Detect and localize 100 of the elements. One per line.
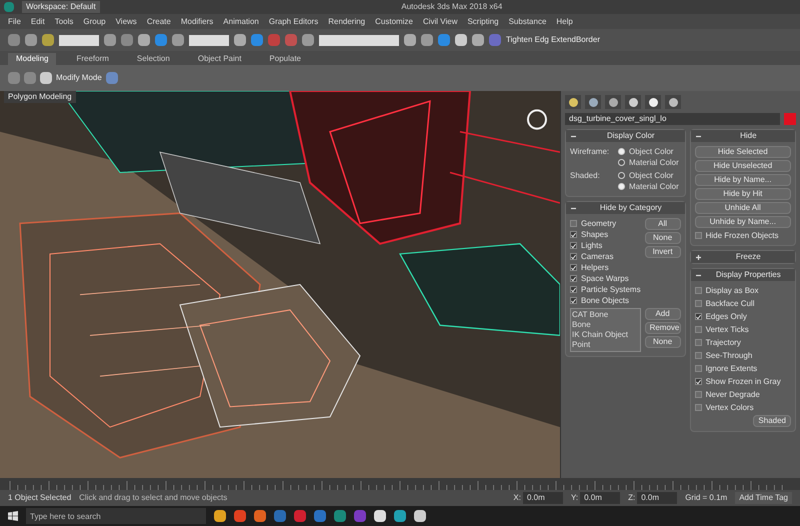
radio-button[interactable]	[618, 183, 625, 190]
checkbox[interactable]	[694, 339, 702, 346]
checkbox[interactable]	[570, 286, 577, 293]
toolbar-tool-icon[interactable]	[42, 34, 54, 46]
rollout-header[interactable]: Freeze	[690, 251, 795, 263]
radio-button[interactable]	[618, 148, 625, 155]
coordinate-field[interactable]: 0.0m	[580, 492, 620, 504]
ribbon-tab[interactable]: Object Paint	[190, 53, 250, 65]
ribbon-tab[interactable]: Selection	[128, 53, 178, 65]
taskbar-app-icon[interactable]	[214, 510, 226, 522]
menu-item[interactable]: Views	[116, 16, 137, 28]
object-color-swatch[interactable]	[784, 113, 796, 125]
menu-item[interactable]: Graph Editors	[268, 16, 318, 28]
checkbox[interactable]	[570, 231, 577, 238]
checkbox[interactable]	[694, 352, 702, 359]
toolbar-tool-icon[interactable]	[404, 34, 416, 46]
taskbar-app-icon[interactable]	[394, 510, 406, 522]
command-panel-tab[interactable]	[665, 95, 681, 109]
rollout-header[interactable]: Display Color	[566, 130, 685, 142]
coordinate-field[interactable]: 0.0m	[637, 492, 678, 504]
menu-item[interactable]: Tools	[54, 16, 74, 28]
toolbar-tool-icon[interactable]	[234, 34, 246, 46]
menu-item[interactable]: Rendering	[328, 16, 366, 28]
menu-item[interactable]: Group	[83, 16, 106, 28]
windows-start-icon[interactable]	[8, 511, 18, 521]
taskbar-app-icon[interactable]	[374, 510, 386, 522]
viewport[interactable]: Polygon Modeling	[0, 91, 560, 478]
panel-button[interactable]: Unhide by Name...	[694, 216, 791, 228]
checkbox[interactable]	[694, 232, 702, 239]
toolbar-tool-icon[interactable]	[251, 34, 263, 46]
checkbox[interactable]	[570, 253, 577, 260]
rollout-header[interactable]: Hide by Category	[566, 202, 685, 214]
checkbox[interactable]	[694, 378, 702, 385]
toolbar-tool-icon[interactable]	[40, 72, 52, 84]
menu-item[interactable]: Modifiers	[180, 16, 214, 28]
toolbar-tool-icon[interactable]	[25, 34, 37, 46]
list-item[interactable]: CAT Bone	[572, 310, 639, 320]
named-selection-field[interactable]	[319, 34, 399, 46]
toolbar-tool-icon[interactable]	[302, 34, 314, 46]
timeline[interactable]	[0, 478, 800, 490]
panel-button[interactable]: Hide by Name...	[694, 174, 791, 186]
panel-button[interactable]: None	[644, 232, 681, 244]
menu-item[interactable]: Create	[146, 16, 171, 28]
panel-button[interactable]: Hide Selected	[694, 146, 791, 158]
rollout-header[interactable]: Hide	[690, 130, 795, 142]
checkbox[interactable]	[570, 297, 577, 304]
toolbar-tool-icon[interactable]	[104, 34, 116, 46]
checkbox[interactable]	[694, 300, 702, 307]
toolbar-tool-icon[interactable]	[155, 34, 167, 46]
checkbox[interactable]	[694, 326, 702, 333]
toolbar-tool-icon[interactable]	[438, 34, 450, 46]
menu-item[interactable]: Scripting	[467, 16, 499, 28]
coordinate-field[interactable]	[189, 34, 229, 46]
panel-button[interactable]: All	[644, 218, 681, 230]
menu-item[interactable]: File	[8, 16, 21, 28]
taskbar-search-field[interactable]: Type here to search	[26, 508, 206, 524]
rollout-header[interactable]: Display Properties	[690, 269, 795, 281]
menu-item[interactable]: Help	[556, 16, 573, 28]
ribbon-tab[interactable]: Freeform	[68, 53, 117, 65]
checkbox[interactable]	[694, 365, 702, 372]
menu-item[interactable]: Customize	[375, 16, 413, 28]
toolbar-tool-icon[interactable]	[455, 34, 467, 46]
ribbon-tab[interactable]: Populate	[261, 53, 310, 65]
panel-button[interactable]: None	[644, 336, 681, 348]
checkbox[interactable]	[694, 313, 702, 320]
list-item[interactable]: IK Chain Object	[572, 330, 639, 340]
checkbox[interactable]	[570, 264, 577, 271]
taskbar-app-icon[interactable]	[414, 510, 426, 522]
command-panel-tab[interactable]	[625, 95, 641, 109]
radio-button[interactable]	[618, 159, 625, 166]
toolbar-tool-icon[interactable]	[421, 34, 433, 46]
command-panel-tab[interactable]	[585, 95, 601, 109]
toolbar-tool-icon[interactable]	[138, 34, 150, 46]
panel-button[interactable]: Add	[644, 308, 681, 320]
toolbar-tool-icon[interactable]	[121, 34, 133, 46]
menu-item[interactable]: Civil View	[422, 16, 458, 28]
command-panel-tab[interactable]	[645, 95, 661, 109]
panel-button[interactable]: Shaded	[753, 415, 791, 427]
panel-button[interactable]: Hide Unselected	[694, 160, 791, 172]
menu-item[interactable]: Edit	[30, 16, 45, 28]
command-panel-tab[interactable]	[605, 95, 621, 109]
selection-field[interactable]	[59, 34, 99, 46]
add-time-tag-button[interactable]: Add Time Tag	[735, 492, 792, 504]
checkbox[interactable]	[694, 404, 702, 411]
list-item[interactable]: Point	[572, 340, 639, 350]
panel-button[interactable]: Unhide All	[694, 202, 791, 214]
menu-item[interactable]: Animation	[223, 16, 259, 28]
workspace-dropdown[interactable]: Workspace: Default	[22, 1, 100, 13]
object-name-field[interactable]: dsg_turbine_cover_singl_lo	[565, 113, 780, 125]
panel-button[interactable]: Remove	[644, 322, 681, 334]
panel-button[interactable]: Invert	[644, 246, 681, 258]
checkbox[interactable]	[694, 287, 702, 294]
toolbar-label[interactable]: Tighten Edg ExtendBorder	[506, 34, 600, 46]
expand-icon[interactable]	[694, 254, 702, 260]
checkbox[interactable]	[694, 391, 702, 398]
toolbar-tool-icon[interactable]	[472, 34, 484, 46]
coordinate-field[interactable]: 0.0m	[522, 492, 563, 504]
menu-item[interactable]: Substance	[508, 16, 546, 28]
toolbar-tool-icon[interactable]	[172, 34, 184, 46]
toolbar-tool-icon[interactable]	[8, 34, 20, 46]
